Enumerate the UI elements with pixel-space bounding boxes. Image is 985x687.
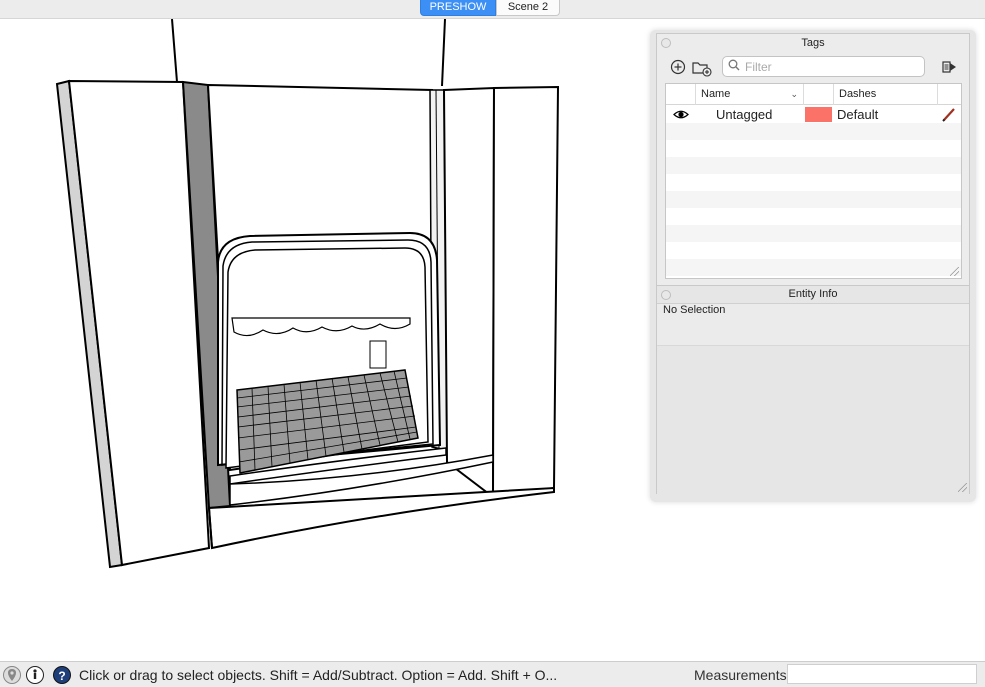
- measurements-input[interactable]: [787, 664, 977, 684]
- tag-row-untagged[interactable]: Untagged Default: [666, 106, 961, 123]
- geolocation-icon[interactable]: [3, 666, 21, 684]
- status-bar: ? Click or drag to select objects. Shift…: [0, 661, 985, 687]
- scene-tab-preshow[interactable]: PRESHOW: [420, 0, 496, 16]
- selection-status: No Selection: [663, 304, 726, 316]
- fireplace-stage-model: [55, 19, 560, 569]
- name-column-header[interactable]: Name ⌄: [696, 84, 804, 105]
- measurements-label: Measurements: [694, 667, 787, 683]
- tags-table: Name ⌄ Dashes Untagged Default: [665, 83, 962, 279]
- tags-panel-title[interactable]: Tags: [657, 37, 969, 49]
- credits-icon[interactable]: [26, 666, 44, 684]
- tag-filter-field[interactable]: [722, 56, 925, 77]
- name-column-label: Name: [701, 88, 731, 100]
- chevron-down-icon: ⌄: [790, 89, 798, 99]
- tags-toolbar: [665, 56, 963, 80]
- visibility-column-header[interactable]: [666, 84, 696, 105]
- tag-name[interactable]: Untagged: [716, 106, 772, 123]
- entity-info-header[interactable]: Entity Info: [657, 286, 969, 304]
- tag-color-swatch[interactable]: [805, 107, 832, 122]
- tags-panel: Tags Name ⌄ Dashe: [656, 33, 970, 286]
- add-folder-icon[interactable]: [691, 59, 713, 77]
- tag-filter-input[interactable]: [745, 59, 920, 75]
- eye-icon[interactable]: [673, 106, 689, 127]
- entity-info-panel: Entity Info No Selection: [656, 286, 970, 494]
- tag-dashes-value[interactable]: Default: [837, 106, 878, 123]
- color-column-header[interactable]: [804, 84, 834, 105]
- status-message: Click or drag to select objects. Shift =…: [79, 667, 558, 683]
- scene-tab-scene-2[interactable]: Scene 2: [496, 0, 560, 16]
- pencil-icon[interactable]: [942, 106, 956, 127]
- dashes-column-header[interactable]: Dashes: [834, 84, 938, 105]
- instructor-help-icon[interactable]: ?: [53, 666, 71, 684]
- entity-info-title: Entity Info: [788, 288, 838, 300]
- search-icon: [728, 59, 740, 74]
- details-arrow-icon[interactable]: [940, 59, 958, 77]
- add-tag-icon[interactable]: [669, 59, 687, 77]
- tags-table-header: Name ⌄ Dashes: [666, 84, 961, 105]
- resize-grip-icon[interactable]: [950, 267, 959, 276]
- scene-tabs-bar: PRESHOW Scene 2: [0, 0, 985, 19]
- resize-grip-icon[interactable]: [958, 483, 967, 492]
